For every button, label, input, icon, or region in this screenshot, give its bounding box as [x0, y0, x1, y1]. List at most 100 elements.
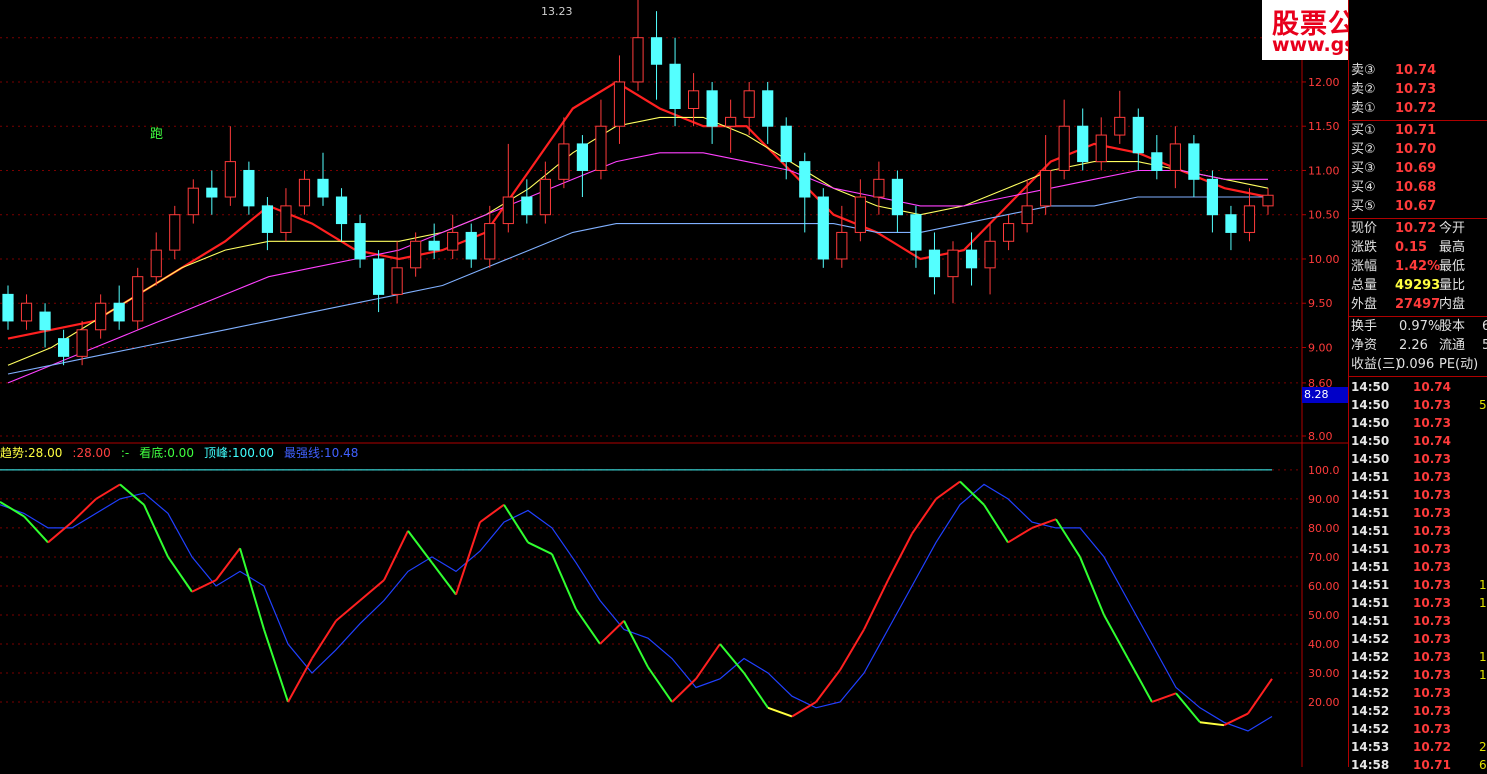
price-tick-label: 11.50 — [1308, 120, 1340, 133]
candle-body — [410, 240, 422, 269]
candle-body — [391, 267, 403, 295]
candle-body — [243, 169, 255, 207]
candle-body — [113, 302, 125, 322]
trend-segment — [983, 504, 1009, 543]
tick-price: 10.73 — [1413, 452, 1451, 466]
tick-time: 14:51 — [1351, 506, 1390, 520]
candle-body — [1132, 116, 1144, 154]
bid-label: 买② — [1351, 142, 1376, 157]
trend-segment — [335, 599, 361, 622]
candle-body — [224, 161, 236, 198]
tick-time: 14:52 — [1351, 722, 1390, 736]
candle-body — [169, 214, 181, 251]
indicator-label: 最强线:10.48 — [284, 446, 359, 460]
tick-time: 14:51 — [1351, 614, 1390, 628]
price-axis: 12.5012.0011.5011.0010.5010.009.509.008.… — [1308, 32, 1340, 709]
bid-price: 10.70 — [1395, 142, 1437, 157]
candle-body — [687, 90, 700, 110]
candle-body — [1262, 194, 1274, 207]
candle-body — [669, 63, 681, 110]
candle-body — [1243, 205, 1256, 233]
candle-body — [799, 161, 811, 198]
candle-body — [873, 178, 885, 198]
candle-body — [39, 311, 51, 331]
trend-segment — [1007, 527, 1033, 544]
tick-volume: 1 — [1479, 668, 1487, 682]
trend-segment — [1247, 678, 1273, 715]
trend-segment — [479, 503, 505, 523]
extra-label2: 流通 — [1439, 338, 1466, 353]
kline-chart[interactable]: 12.5012.0011.5011.0010.5010.009.509.008.… — [0, 0, 1348, 767]
indicator-label: 趋势:28.00 — [0, 446, 63, 460]
candle-body — [984, 240, 996, 269]
candle-body — [1114, 116, 1126, 136]
trend-segment — [287, 657, 313, 703]
extra-value: 0.096 — [1397, 357, 1435, 372]
trend-segment — [0, 500, 25, 518]
price-tick-label: 9.50 — [1308, 297, 1333, 310]
indicator-header: 趋势:28.00:28.00:- 看底:0.00 顶峰:100.00 最强线:10.4… — [0, 444, 368, 462]
bid-price: 10.68 — [1395, 180, 1437, 195]
candle-body — [854, 196, 866, 233]
divider — [1349, 120, 1487, 121]
candle-body — [632, 37, 644, 83]
trend-segment — [431, 562, 457, 596]
candle-body — [502, 196, 514, 225]
tick-time: 14:51 — [1351, 488, 1390, 502]
candle-body — [965, 249, 978, 269]
candle-body — [947, 249, 959, 278]
price-tick-label: 12.00 — [1308, 76, 1340, 89]
tick-time: 14:51 — [1351, 470, 1390, 484]
bid-price: 10.69 — [1395, 161, 1437, 176]
tick-price: 10.73 — [1413, 398, 1451, 412]
stat-value: 10.72 — [1395, 221, 1437, 236]
trend-segment — [935, 480, 961, 500]
trend-segment — [1055, 518, 1081, 558]
run-signal-marker: 跑 — [150, 127, 163, 142]
price-tick-label: 11.00 — [1308, 164, 1340, 177]
extra-tail: 5 — [1482, 338, 1487, 353]
candle-body — [187, 187, 199, 216]
quote-panel: 卖③ 10.74 卖② 10.73 卖① 10.72 买① 10.71 买② 10.70 买③ 10.… — [1348, 0, 1487, 772]
candle-body — [706, 90, 718, 127]
candle-body — [317, 178, 329, 198]
extra-label2: 股本 — [1439, 319, 1466, 334]
high-price-marker: 13.23 — [541, 5, 573, 18]
candle-body — [465, 231, 477, 260]
strongest-line — [0, 483, 1273, 732]
tick-price: 10.72 — [1413, 740, 1451, 754]
extra-value: 0.97% — [1399, 319, 1441, 334]
tick-price: 10.73 — [1413, 686, 1451, 700]
price-tick-label: 9.00 — [1308, 341, 1333, 354]
tick-price: 10.73 — [1413, 488, 1451, 502]
trend-segment — [47, 521, 73, 544]
osc-tick-label: 90.00 — [1308, 493, 1340, 506]
trend-segment — [839, 628, 865, 671]
osc-tick-label: 40.00 — [1308, 638, 1340, 651]
trend-segment — [623, 620, 649, 668]
stat-label2: 今开 — [1439, 221, 1466, 236]
tick-time: 14:51 — [1351, 560, 1390, 574]
tick-price: 10.73 — [1413, 506, 1451, 520]
stat-label2: 内盘 — [1439, 297, 1466, 312]
oscillator-lines — [0, 469, 1273, 732]
tick-price: 10.71 — [1413, 758, 1451, 772]
stat-label: 外盘 — [1351, 297, 1378, 312]
candle-body — [539, 178, 551, 216]
trend-segment — [143, 504, 169, 558]
indicator-label: :- — [120, 446, 130, 460]
candle-body — [1095, 134, 1107, 163]
price-tick-label: 10.00 — [1308, 253, 1340, 266]
trend-segment — [1103, 614, 1129, 659]
tick-volume: 6 — [1479, 758, 1487, 772]
tick-price: 10.73 — [1413, 614, 1451, 628]
ma-line — [7, 152, 1268, 384]
stat-label: 总量 — [1351, 278, 1378, 293]
trend-segment — [359, 579, 385, 602]
tick-time: 14:51 — [1351, 542, 1390, 556]
bid-label: 买③ — [1351, 161, 1376, 176]
trend-segment — [599, 620, 625, 645]
extra-value: 2.26 — [1399, 338, 1428, 353]
indicator-label: :28.00 — [72, 446, 111, 460]
candle-body — [817, 196, 829, 260]
